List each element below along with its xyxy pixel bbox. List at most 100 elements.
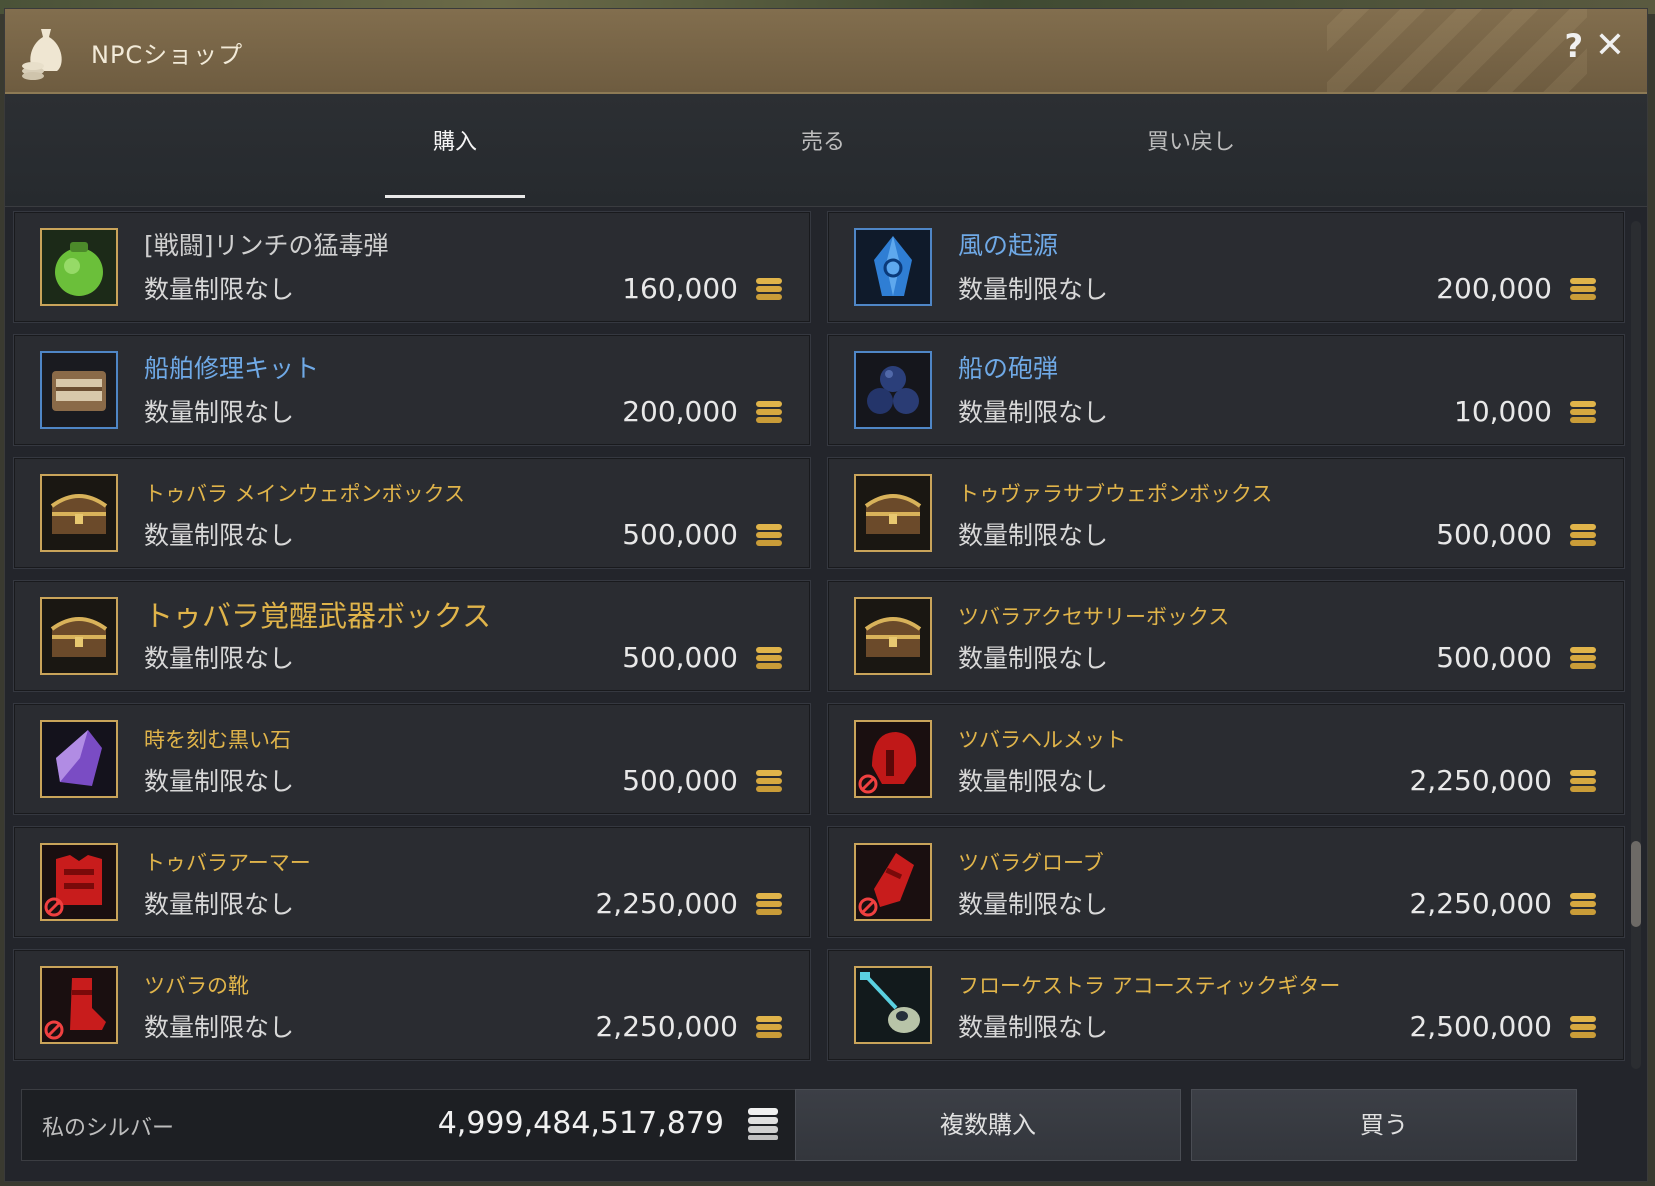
window-title: NPCショップ xyxy=(91,41,244,69)
treasure-chest-icon xyxy=(854,597,932,675)
tab-buyback[interactable]: 買い戻し xyxy=(1121,124,1261,156)
shop-item[interactable]: トゥバラ メインウェポンボックス 数量制限なし 500,000 xyxy=(13,457,811,569)
item-limit: 数量制限なし xyxy=(958,767,1109,796)
item-limit: 数量制限なし xyxy=(144,398,295,427)
buy-button[interactable]: 買う xyxy=(1191,1089,1577,1161)
item-name: トゥバラ覚醒武器ボックス xyxy=(144,599,492,633)
item-limit: 数量制限なし xyxy=(958,1013,1109,1042)
item-name: 風の起源 xyxy=(958,231,1059,260)
item-price: 500,000 xyxy=(1436,641,1552,674)
shop-item[interactable]: ツバラアクセサリーボックス 数量制限なし 500,000 xyxy=(827,580,1625,692)
item-limit: 数量制限なし xyxy=(144,890,295,919)
item-price: 10,000 xyxy=(1454,395,1552,428)
shop-item[interactable]: トゥバラ覚醒武器ボックス 数量制限なし 500,000 xyxy=(13,580,811,692)
silver-coin-icon xyxy=(756,770,782,792)
item-name: ツバラアクセサリーボックス xyxy=(958,605,1230,629)
shop-item[interactable]: [戦闘]リンチの猛毒弾 数量制限なし 160,000 xyxy=(13,211,811,323)
scroll-thumb[interactable] xyxy=(1631,841,1641,927)
silver-value: 4,999,484,517,879 xyxy=(437,1106,724,1141)
shop-item[interactable]: ツバラグローブ 数量制限なし 2,250,000 xyxy=(827,826,1625,938)
item-limit: 数量制限なし xyxy=(958,890,1109,919)
silver-coin-icon xyxy=(756,524,782,546)
item-name: トゥバラアーマー xyxy=(144,851,311,875)
item-limit: 数量制限なし xyxy=(958,275,1109,304)
item-price: 2,500,000 xyxy=(1409,1010,1552,1043)
npc-shop-window: NPCショップ ? ✕ 購入 売る 買い戻し [戦闘]リンチの猛毒弾 数量制限な… xyxy=(4,8,1648,1182)
silver-balance: 私のシルバー 4,999,484,517,879 xyxy=(21,1089,801,1161)
item-limit: 数量制限なし xyxy=(958,644,1109,673)
silver-coin-icon xyxy=(1570,647,1596,669)
red-boots-icon xyxy=(40,966,118,1044)
item-price: 160,000 xyxy=(622,272,738,305)
shop-item[interactable]: 船舶修理キット 数量制限なし 200,000 xyxy=(13,334,811,446)
treasure-chest-icon xyxy=(40,474,118,552)
silver-coin-stack-icon xyxy=(748,1108,778,1140)
silver-coin-icon xyxy=(1570,524,1596,546)
item-price: 500,000 xyxy=(622,518,738,551)
shop-item[interactable]: フローケストラ アコースティックギター 数量制限なし 2,500,000 xyxy=(827,949,1625,1061)
item-price: 2,250,000 xyxy=(595,887,738,920)
item-limit: 数量制限なし xyxy=(144,521,295,550)
item-name: ツバラの靴 xyxy=(144,974,249,998)
item-limit: 数量制限なし xyxy=(958,521,1109,550)
silver-coin-icon xyxy=(1570,401,1596,423)
guitar-icon xyxy=(854,966,932,1044)
red-helmet-icon xyxy=(854,720,932,798)
shop-item[interactable]: 風の起源 数量制限なし 200,000 xyxy=(827,211,1625,323)
tab-bar: 購入 売る 買い戻し xyxy=(5,94,1647,207)
shop-item[interactable]: トゥバラアーマー 数量制限なし 2,250,000 xyxy=(13,826,811,938)
scrollbar[interactable] xyxy=(1631,221,1641,1069)
money-bag-icon xyxy=(22,29,62,80)
green-potion-icon xyxy=(40,228,118,306)
item-limit: 数量制限なし xyxy=(958,398,1109,427)
shop-item[interactable]: 時を刻む黒い石 数量制限なし 500,000 xyxy=(13,703,811,815)
item-name: 時を刻む黒い石 xyxy=(144,728,291,752)
item-name: トゥヴァラサブウェポンボックス xyxy=(958,482,1273,506)
tab-buy[interactable]: 購入 xyxy=(385,124,525,156)
silver-coin-icon xyxy=(756,893,782,915)
item-name: 船の砲弾 xyxy=(958,354,1059,383)
silver-label: 私のシルバー xyxy=(42,1116,175,1141)
item-name: [戦闘]リンチの猛毒弾 xyxy=(144,231,389,260)
shop-item[interactable]: 船の砲弾 数量制限なし 10,000 xyxy=(827,334,1625,446)
item-limit: 数量制限なし xyxy=(144,1013,295,1042)
repair-kit-icon xyxy=(40,351,118,429)
silver-coin-icon xyxy=(756,647,782,669)
item-grid: [戦闘]リンチの猛毒弾 数量制限なし 160,000 風の起源 数量制限なし 2… xyxy=(13,211,1625,1073)
item-price: 200,000 xyxy=(1436,272,1552,305)
title-decoration xyxy=(1327,9,1587,92)
item-limit: 数量制限なし xyxy=(144,275,295,304)
item-price: 500,000 xyxy=(622,641,738,674)
tab-sell[interactable]: 売る xyxy=(753,124,893,156)
close-button[interactable]: ✕ xyxy=(1595,25,1625,66)
item-limit: 数量制限なし xyxy=(144,767,295,796)
help-button[interactable]: ? xyxy=(1564,27,1583,65)
item-name: 船舶修理キット xyxy=(144,354,320,383)
item-name: トゥバラ メインウェポンボックス xyxy=(144,482,466,506)
item-name: ツバラヘルメット xyxy=(958,728,1126,752)
silver-coin-icon xyxy=(756,401,782,423)
shop-item[interactable]: トゥヴァラサブウェポンボックス 数量制限なし 500,000 xyxy=(827,457,1625,569)
cannonballs-icon xyxy=(854,351,932,429)
blue-crystal-icon xyxy=(854,228,932,306)
treasure-chest-icon xyxy=(854,474,932,552)
treasure-chest-icon xyxy=(40,597,118,675)
silver-coin-icon xyxy=(756,278,782,300)
item-price: 2,250,000 xyxy=(1409,764,1552,797)
red-gloves-icon xyxy=(854,843,932,921)
shop-item[interactable]: ツバラの靴 数量制限なし 2,250,000 xyxy=(13,949,811,1061)
item-name: ツバラグローブ xyxy=(958,851,1104,875)
title-bar[interactable]: NPCショップ ? ✕ xyxy=(5,9,1647,94)
active-tab-indicator xyxy=(385,195,525,198)
item-price: 2,250,000 xyxy=(1409,887,1552,920)
item-price: 2,250,000 xyxy=(595,1010,738,1043)
red-armor-icon xyxy=(40,843,118,921)
shop-item[interactable]: ツバラヘルメット 数量制限なし 2,250,000 xyxy=(827,703,1625,815)
silver-coin-icon xyxy=(1570,278,1596,300)
silver-coin-icon xyxy=(1570,770,1596,792)
purple-stone-icon xyxy=(40,720,118,798)
silver-coin-icon xyxy=(756,1016,782,1038)
multi-buy-button[interactable]: 複数購入 xyxy=(795,1089,1181,1161)
item-price: 500,000 xyxy=(1436,518,1552,551)
item-price: 500,000 xyxy=(622,764,738,797)
